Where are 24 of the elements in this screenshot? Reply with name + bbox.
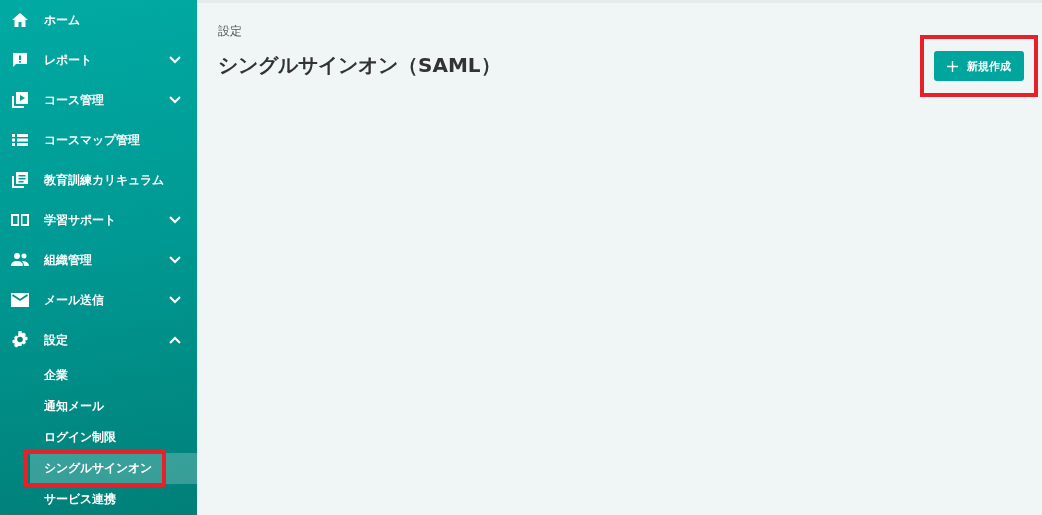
mail-icon [10,290,30,310]
alert-bubble-icon [10,50,30,70]
breadcrumb: 設定 [218,23,243,40]
nav-item[interactable]: 学習サポート [0,200,197,240]
submenu-item[interactable]: 通知メール [0,391,197,422]
submenu-item[interactable]: ログイン制限 [0,422,197,453]
nav-item[interactable]: コースマップ管理 [0,120,197,160]
nav-item[interactable]: レポート [0,40,197,80]
document-stack-icon [10,170,30,190]
settings-icon [10,330,30,350]
nav-item[interactable]: コース管理 [0,80,197,120]
new-button[interactable]: 新規作成 [934,51,1024,81]
nav-item[interactable]: ホーム [0,0,197,40]
nav-item[interactable]: 設定 [0,320,197,360]
submenu-item[interactable]: サービス連携 [0,484,197,515]
submenu-item[interactable]: 企業 [0,360,197,391]
page-title: シングルサインオン（SAML） [218,52,501,79]
video-library-icon [10,90,30,110]
nav-item[interactable]: メール送信 [0,280,197,320]
nav-item[interactable]: 教育訓練カリキュラム [0,160,197,200]
home-icon [10,10,30,30]
submenu-item[interactable]: シングルサインオン [27,453,197,484]
plus-icon [947,60,958,72]
nav-item[interactable]: 組織管理 [0,240,197,280]
